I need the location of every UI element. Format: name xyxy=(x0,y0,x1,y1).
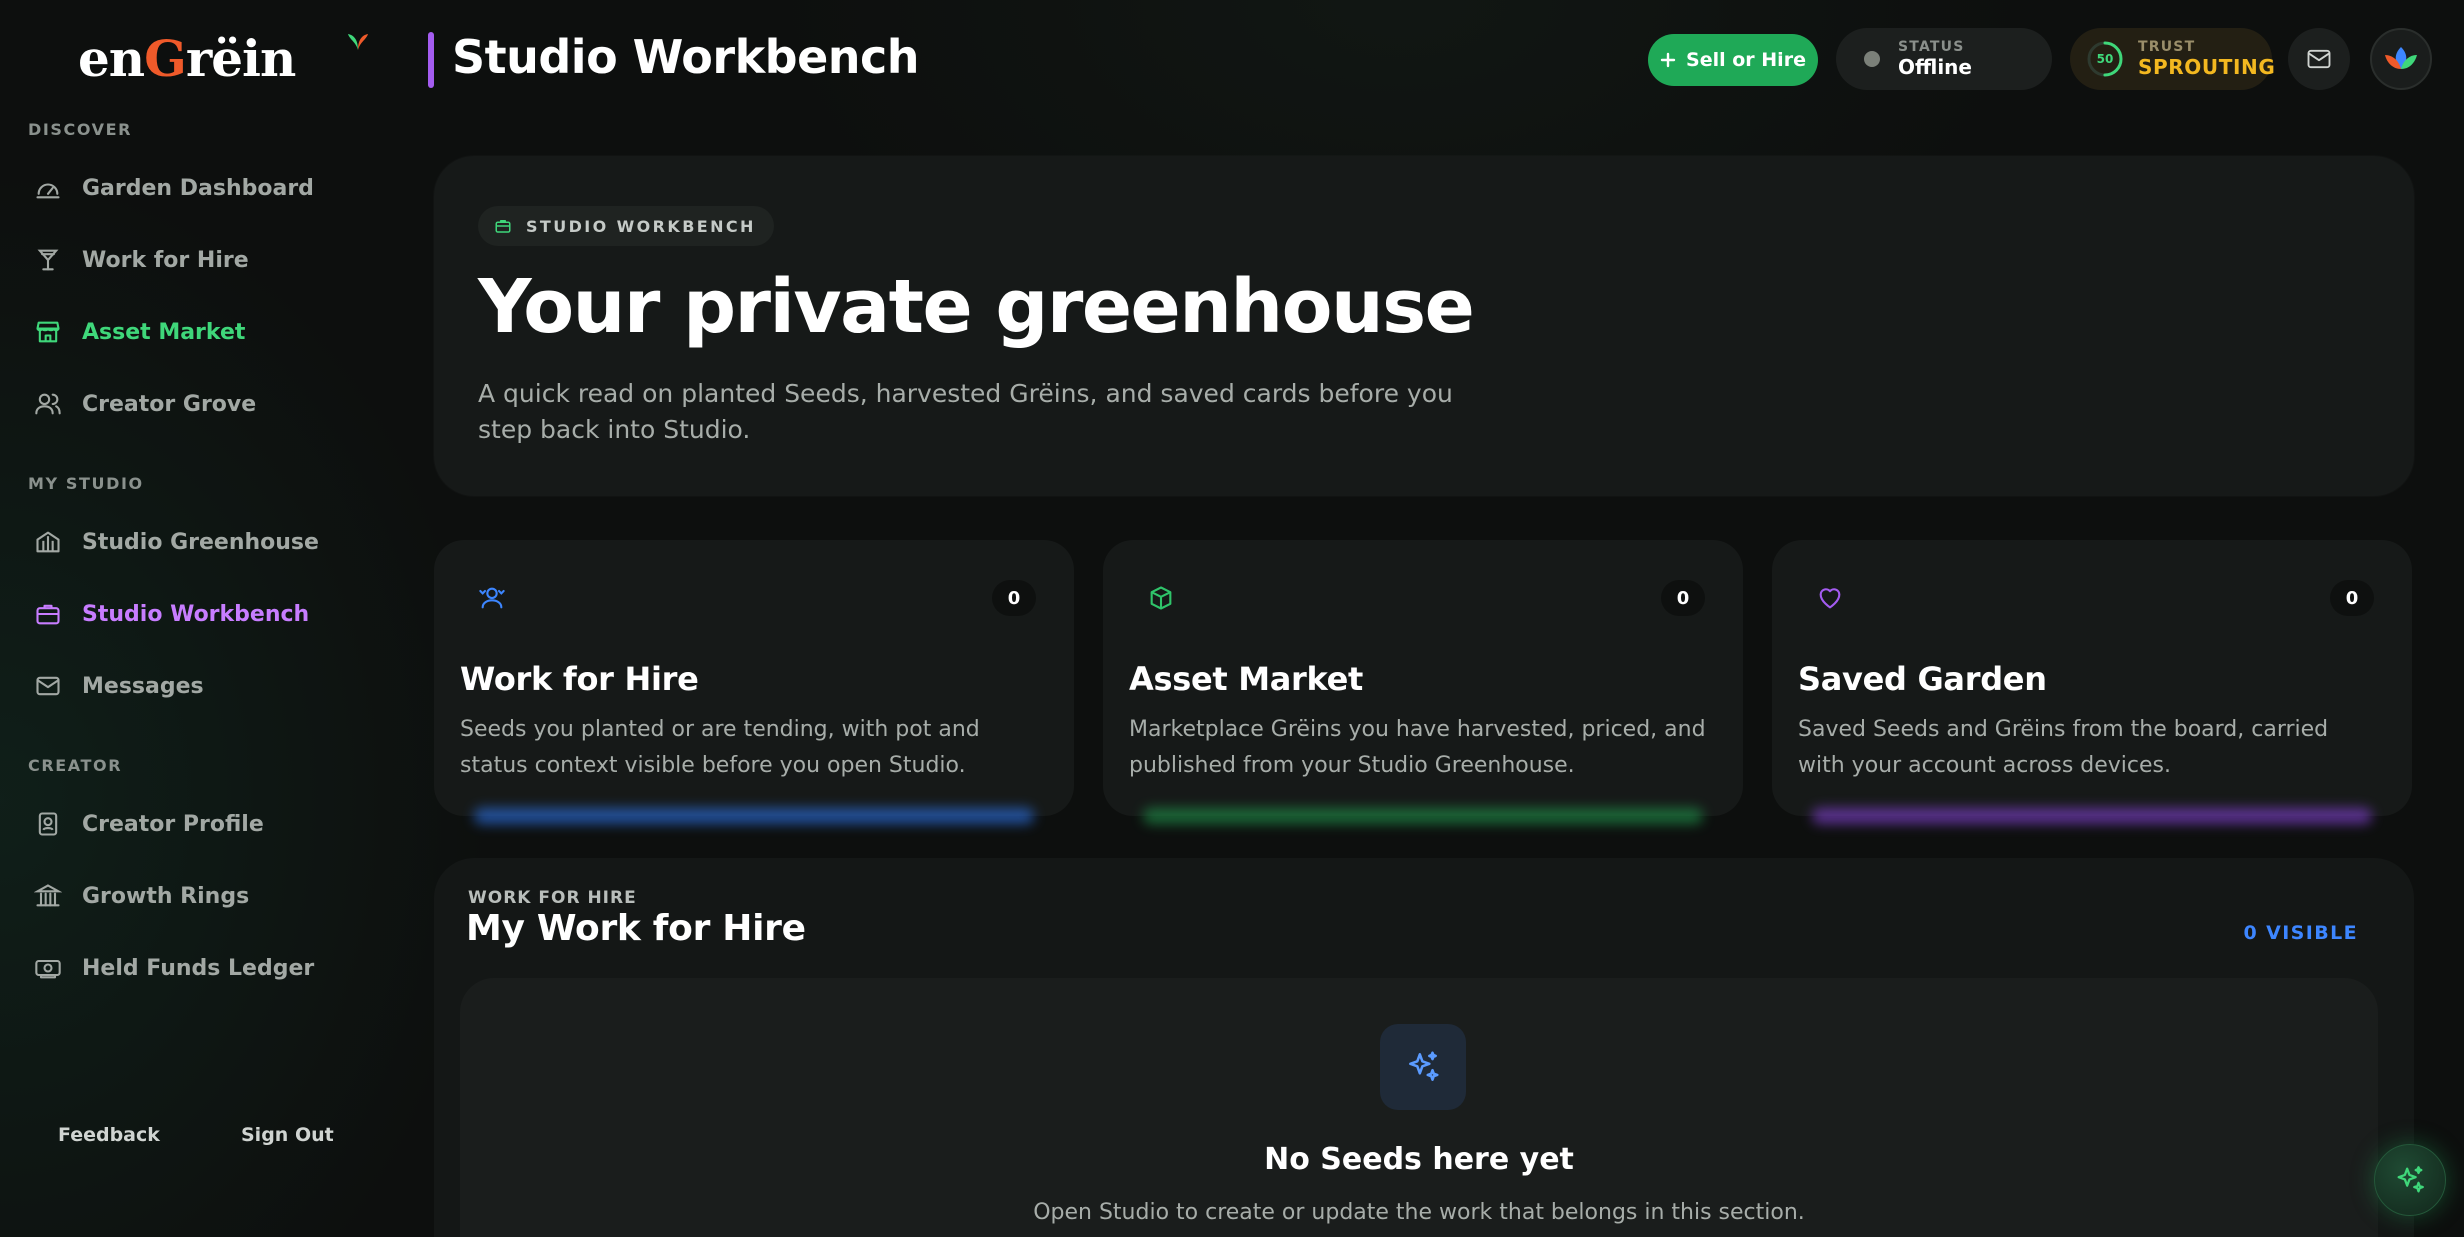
card-title: Asset Market xyxy=(1129,660,1364,698)
empty-state-title: No Seeds here yet xyxy=(1264,1142,1574,1177)
users-icon xyxy=(35,393,61,415)
status-text: STATUS Offline xyxy=(1898,39,1972,79)
card-accent-glow xyxy=(474,808,1034,824)
messages-button[interactable] xyxy=(2288,28,2350,90)
header-accent-bar xyxy=(428,32,434,88)
sidebar-item-messages[interactable]: Messages xyxy=(28,658,388,714)
card-count: 0 xyxy=(992,580,1036,616)
martini-icon xyxy=(37,249,59,271)
sidebar: enGrëin DISCOVER Garden Dashboard Work f… xyxy=(0,0,410,1237)
sidebar-item-label: Creator Profile xyxy=(82,811,264,837)
sidebar-item-creator-grove[interactable]: Creator Grove xyxy=(28,376,388,432)
user-sync-icon xyxy=(479,587,505,609)
sell-or-hire-label: Sell or Hire xyxy=(1686,49,1806,71)
logo-text-g: G xyxy=(144,29,187,88)
sidebar-item-label: Studio Greenhouse xyxy=(82,529,319,555)
visible-count-badge: 0 VISIBLE xyxy=(2243,922,2358,944)
logo-text-post: rëin xyxy=(185,29,297,88)
empty-state-subtitle: Open Studio to create or update the work… xyxy=(1033,1200,1805,1225)
briefcase-icon xyxy=(495,220,511,233)
hero-chip: STUDIO WORKBENCH xyxy=(478,206,774,246)
nav-section-creator: CREATOR xyxy=(28,756,123,775)
hero-subtitle: A quick read on planted Seeds, harvested… xyxy=(478,379,1453,444)
empty-state: No Seeds here yet Open Studio to create … xyxy=(460,978,2378,1237)
plus-icon xyxy=(1660,52,1676,68)
sidebar-footer: Feedback Sign Out xyxy=(0,1110,410,1164)
sell-or-hire-button[interactable]: Sell or Hire xyxy=(1648,34,1818,86)
page-title: Studio Workbench xyxy=(452,30,920,84)
sidebar-item-label: Growth Rings xyxy=(82,883,250,909)
sidebar-item-growth-rings[interactable]: Growth Rings xyxy=(28,868,388,924)
hero-card: STUDIO WORKBENCH Your private greenhouse… xyxy=(434,156,2414,496)
card-description: Saved Seeds and Grëins from the board, c… xyxy=(1798,717,2329,778)
sidebar-item-work-for-hire[interactable]: Work for Hire xyxy=(28,232,388,288)
sidebar-item-label: Creator Grove xyxy=(82,391,257,417)
status-pill[interactable]: STATUS Offline xyxy=(1836,28,2052,90)
trust-text: TRUST SPROUTING xyxy=(2138,39,2275,79)
nav-section-discover: DISCOVER xyxy=(28,120,133,139)
id-badge-icon xyxy=(38,812,58,836)
card-title: Work for Hire xyxy=(460,660,699,698)
status-label: STATUS xyxy=(1898,39,1965,55)
mail-icon xyxy=(36,676,60,696)
sparkles-icon xyxy=(2397,1166,2424,1193)
sidebar-item-label: Messages xyxy=(82,673,204,699)
sidebar-item-held-funds-ledger[interactable]: Held Funds Ledger xyxy=(28,940,388,996)
logo-text-pre: en xyxy=(78,29,145,88)
card-work-for-hire[interactable]: 0 Work for Hire Seeds you planted or are… xyxy=(434,540,1074,824)
engrein-logo[interactable]: enGrëin xyxy=(78,24,368,94)
trust-value: SPROUTING xyxy=(2138,55,2276,79)
sidebar-item-creator-profile[interactable]: Creator Profile xyxy=(28,796,388,852)
card-count: 0 xyxy=(1661,580,1705,616)
card-description: Seeds you planted or are tending, with p… xyxy=(460,717,980,778)
banknote-icon xyxy=(35,959,61,979)
avatar[interactable] xyxy=(2370,28,2432,90)
sprout-icon xyxy=(348,34,368,50)
hero-chip-label: STUDIO WORKBENCH xyxy=(526,216,756,236)
sidebar-item-asset-market[interactable]: Asset Market xyxy=(28,304,388,360)
greenhouse-icon xyxy=(36,531,60,553)
sidebar-item-studio-workbench[interactable]: Studio Workbench xyxy=(28,586,388,642)
card-accent-glow xyxy=(1812,808,2372,824)
sidebar-item-label: Held Funds Ledger xyxy=(82,955,315,981)
bank-icon xyxy=(34,884,62,907)
gauge-icon xyxy=(36,183,60,199)
lotus-avatar-icon xyxy=(2385,47,2417,69)
sidebar-item-studio-greenhouse[interactable]: Studio Greenhouse xyxy=(28,514,388,570)
card-saved-garden[interactable]: 0 Saved Garden Saved Seeds and Grëins fr… xyxy=(1772,540,2412,824)
briefcase-icon xyxy=(36,604,60,625)
section-eyebrow: WORK FOR HIRE xyxy=(468,888,637,908)
hero-title: Your private greenhouse xyxy=(478,264,1475,350)
nav-section-my-studio: MY STUDIO xyxy=(28,474,144,493)
heart-icon xyxy=(1819,588,1841,609)
card-asset-market[interactable]: 0 Asset Market Marketplace Grëins you ha… xyxy=(1103,540,1743,824)
feedback-link[interactable]: Feedback xyxy=(58,1124,160,1146)
sidebar-item-label: Garden Dashboard xyxy=(82,175,314,201)
card-count: 0 xyxy=(2330,580,2374,616)
mail-icon xyxy=(2307,49,2331,69)
cube-icon xyxy=(1150,586,1172,610)
sign-out-link[interactable]: Sign Out xyxy=(241,1124,334,1146)
sidebar-item-label: Studio Workbench xyxy=(82,601,310,627)
work-for-hire-section: WORK FOR HIRE My Work for Hire 0 VISIBLE… xyxy=(434,858,2414,1237)
assistant-fab-button[interactable] xyxy=(2374,1144,2446,1216)
trust-score-ring-icon: 50 xyxy=(2086,40,2124,78)
status-dot-icon xyxy=(1864,51,1880,67)
status-value: Offline xyxy=(1898,55,1972,79)
store-icon xyxy=(36,321,60,343)
sparkles-icon xyxy=(1380,1024,1466,1110)
sidebar-item-label: Work for Hire xyxy=(82,247,249,273)
trust-label: TRUST xyxy=(2138,39,2196,55)
trust-pill[interactable]: 50 TRUST SPROUTING xyxy=(2070,28,2275,90)
section-title: My Work for Hire xyxy=(466,908,806,949)
sidebar-item-garden-dashboard[interactable]: Garden Dashboard xyxy=(28,160,388,216)
card-description: Marketplace Grëins you have harvested, p… xyxy=(1129,717,1706,778)
card-title: Saved Garden xyxy=(1798,660,2047,698)
card-accent-glow xyxy=(1143,808,1703,824)
sidebar-item-label: Asset Market xyxy=(82,319,246,345)
trust-score: 50 xyxy=(2096,52,2114,66)
